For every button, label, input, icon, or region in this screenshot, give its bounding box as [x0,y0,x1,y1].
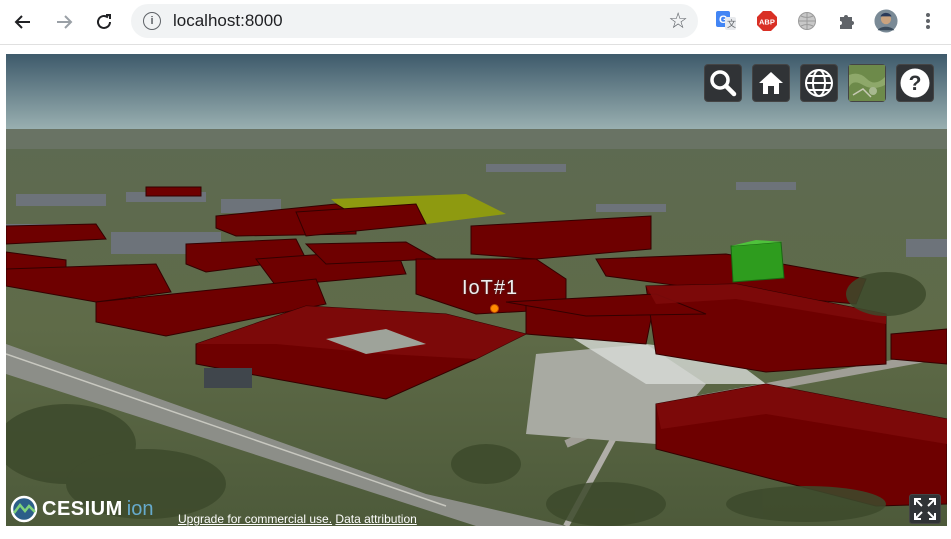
url-text: localhost:8000 [173,11,283,30]
abp-label: ABP [759,18,775,27]
globe-extension-icon[interactable] [795,9,819,33]
menu-dots-icon[interactable] [916,9,940,33]
site-info-icon[interactable]: i [143,12,161,30]
svg-text:文: 文 [727,18,736,29]
globe-icon[interactable] [800,64,838,102]
cesium-logo-text: CESIUM [42,497,123,520]
search-icon[interactable] [704,64,742,102]
address-bar[interactable]: i localhost:8000 ☆ [131,4,698,38]
base-layer-icon[interactable] [848,64,886,102]
adblock-plus-icon[interactable]: ABP [755,9,779,33]
credit-links: Upgrade for commercial use. Data attribu… [178,512,417,526]
cesium-logo-icon [10,495,38,523]
data-attribution-link[interactable]: Data attribution [335,512,416,526]
browser-toolbar: i localhost:8000 ☆ G文 ABP [0,0,951,45]
puzzle-extensions-icon[interactable] [835,9,859,33]
expand-icon [914,498,936,520]
google-translate-icon[interactable]: G文 [714,9,738,33]
upgrade-link[interactable]: Upgrade for commercial use. [178,512,332,526]
help-glyph: ? [909,72,922,95]
help-icon[interactable]: ? [896,64,934,102]
home-icon[interactable] [752,64,790,102]
iot-marker-point[interactable] [490,304,499,313]
small-structure [204,368,252,388]
cesium-viewer[interactable]: ? IoT#1 CESIUM ion Upgrade for commercia… [6,54,947,526]
marker-label[interactable]: IoT#1 [462,277,518,300]
ion-logo-text: ion [126,497,154,520]
reload-icon[interactable] [90,8,118,36]
forward-arrow-icon[interactable] [50,8,78,36]
bookmark-star-icon[interactable]: ☆ [668,8,688,34]
cesium-ion-logo[interactable]: CESIUM ion [10,494,154,524]
fullscreen-button[interactable] [909,494,941,524]
highlight-building [730,241,785,283]
back-arrow-icon[interactable] [9,8,37,36]
profile-avatar[interactable] [874,9,898,33]
